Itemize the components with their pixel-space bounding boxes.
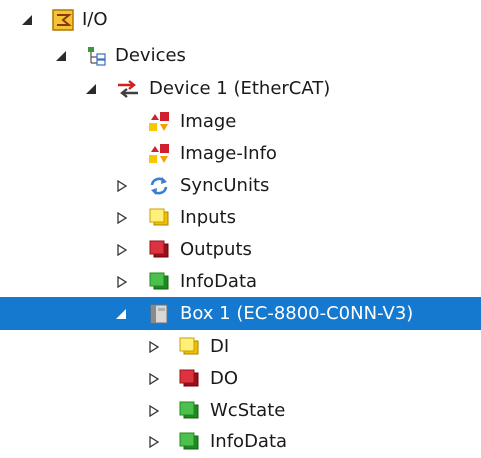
- tree-label: Inputs: [180, 207, 236, 228]
- do-icon: [178, 368, 200, 390]
- tree-label: DI: [210, 336, 230, 357]
- tree-item-image[interactable]: Image: [0, 106, 481, 138]
- image-icon: [148, 111, 170, 133]
- io-tree-view: I/O Devices Device 1 (EtherCAT) Image Im…: [0, 0, 481, 456]
- collapsed-arrow-icon[interactable]: [114, 210, 130, 226]
- collapsed-arrow-icon[interactable]: [146, 339, 162, 355]
- collapsed-arrow-icon[interactable]: [114, 274, 130, 290]
- tree-item-device-1[interactable]: Device 1 (EtherCAT): [0, 73, 481, 105]
- sync-icon: [148, 175, 170, 197]
- tree-label: DO: [210, 368, 239, 389]
- tree-label: SyncUnits: [180, 175, 270, 196]
- wcstate-icon: [178, 400, 200, 422]
- collapsed-arrow-icon[interactable]: [146, 434, 162, 450]
- tree-item-syncunits[interactable]: SyncUnits: [0, 170, 481, 202]
- collapsed-arrow-icon[interactable]: [146, 371, 162, 387]
- di-icon: [178, 336, 200, 358]
- tree-label: Box 1 (EC-8800-C0NN-V3): [180, 302, 414, 324]
- ethercat-device-icon: [116, 78, 138, 100]
- collapsed-arrow-icon[interactable]: [114, 178, 130, 194]
- box-module-icon: [148, 303, 170, 325]
- expanded-arrow-icon[interactable]: [114, 306, 130, 322]
- tree-item-box-infodata[interactable]: InfoData: [0, 426, 481, 458]
- tree-label: Devices: [115, 45, 186, 66]
- tree-item-do[interactable]: DO: [0, 363, 481, 395]
- infodata-icon: [178, 431, 200, 453]
- infodata-icon: [148, 271, 170, 293]
- expanded-arrow-icon[interactable]: [84, 81, 100, 97]
- tree-item-image-info[interactable]: Image-Info: [0, 138, 481, 170]
- image-info-icon: [148, 143, 170, 165]
- outputs-icon: [148, 239, 170, 261]
- tree-label: Image-Info: [180, 143, 277, 164]
- tree-label: WcState: [210, 400, 286, 421]
- tree-label: I/O: [82, 9, 108, 30]
- tree-item-inputs[interactable]: Inputs: [0, 202, 481, 234]
- tree-label: Outputs: [180, 239, 252, 260]
- tree-label: Device 1 (EtherCAT): [149, 78, 331, 99]
- collapsed-arrow-icon[interactable]: [146, 403, 162, 419]
- expanded-arrow-icon[interactable]: [20, 12, 36, 28]
- tree-item-wcstate[interactable]: WcState: [0, 395, 481, 427]
- tree-item-di[interactable]: DI: [0, 331, 481, 363]
- tree-item-io[interactable]: I/O: [0, 4, 481, 36]
- tree-label: InfoData: [180, 271, 258, 292]
- tree-item-infodata[interactable]: InfoData: [0, 266, 481, 298]
- io-folder-icon: [52, 9, 74, 31]
- tree-label: InfoData: [210, 431, 288, 452]
- expanded-arrow-icon[interactable]: [54, 48, 70, 64]
- tree-item-outputs[interactable]: Outputs: [0, 234, 481, 266]
- devices-tree-icon: [86, 45, 108, 67]
- tree-item-box-1[interactable]: Box 1 (EC-8800-C0NN-V3): [0, 297, 481, 330]
- inputs-icon: [148, 207, 170, 229]
- tree-item-devices[interactable]: Devices: [0, 40, 481, 72]
- collapsed-arrow-icon[interactable]: [114, 242, 130, 258]
- tree-label: Image: [180, 111, 237, 132]
